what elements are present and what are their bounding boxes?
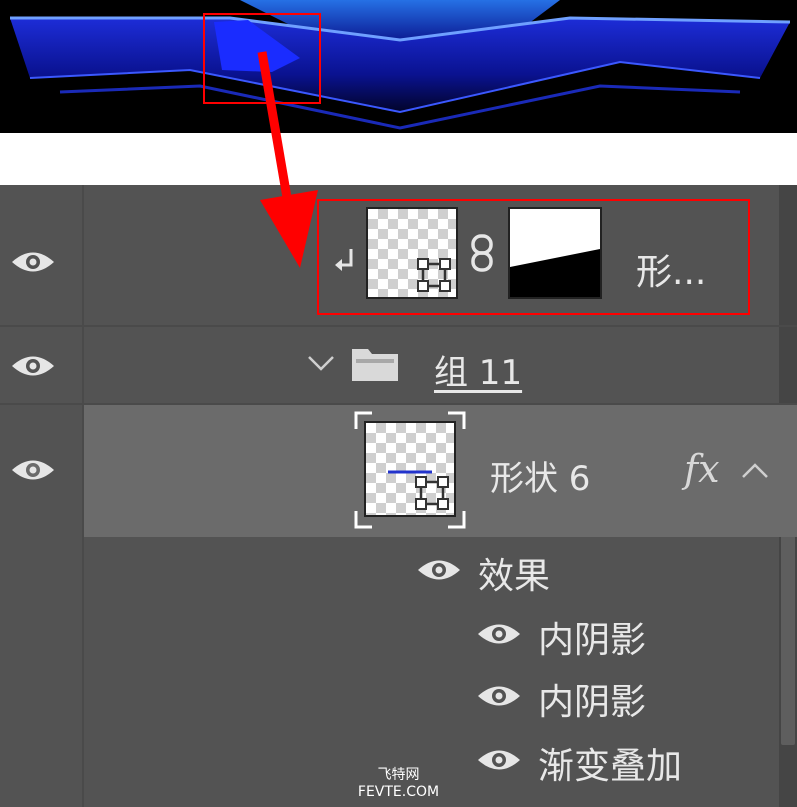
red-arrow <box>257 51 318 268</box>
